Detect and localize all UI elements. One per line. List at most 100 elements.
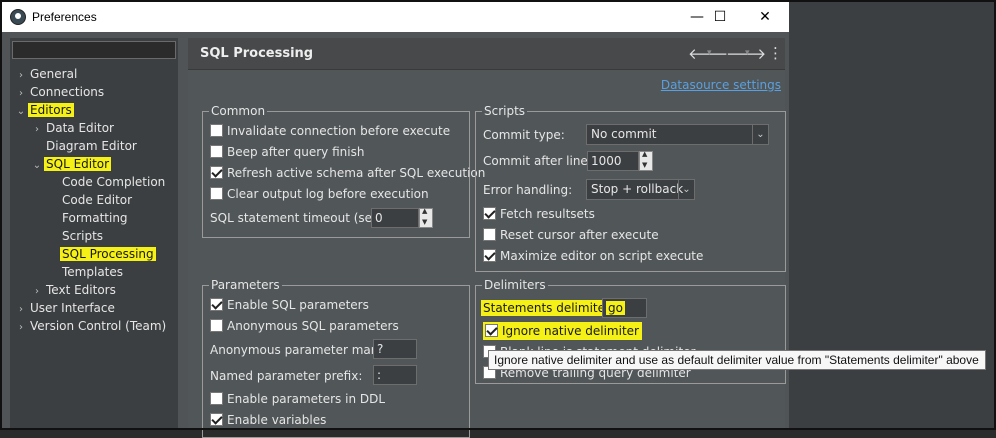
checkbox-label: Reset cursor after execute (500, 228, 659, 242)
checkbox-box[interactable] (483, 228, 496, 241)
view-menu-icon[interactable]: ⋮ (768, 44, 783, 62)
tree-item-templates[interactable]: Templates (46, 264, 125, 281)
checkbox-box[interactable] (210, 124, 223, 137)
named-prefix-label: Named parameter prefix: (210, 369, 363, 383)
checkbox-label: Enable variables (227, 413, 327, 427)
checkbox-box[interactable] (210, 319, 223, 332)
enable-ddl-params-checkbox[interactable]: Enable parameters in DDL (210, 390, 385, 408)
sql-processing-page: SQL Processing 🡐 ▾ 🡒 ▾ ⋮ Datasource sett… (188, 38, 786, 438)
refresh-schema-checkbox[interactable]: Refresh active schema after SQL executio… (210, 164, 485, 182)
tree-item-version-control-team[interactable]: › Version Control (Team) (14, 318, 168, 335)
chevron-right-icon[interactable]: › (14, 301, 28, 318)
chevron-right-icon[interactable]: › (14, 319, 28, 336)
fetch-resultsets-checkbox[interactable]: Fetch resultsets (483, 205, 595, 223)
chevron-down-icon[interactable]: ⌄ (14, 103, 28, 120)
tree-item-editors[interactable]: ⌄ Editors (14, 102, 74, 119)
chevron-right-icon[interactable]: › (14, 67, 28, 84)
tree-item-label: General (30, 67, 78, 81)
error-handling-value: Stop + rollback (591, 182, 684, 196)
error-handling-label: Error handling: (483, 183, 573, 197)
reset-cursor-checkbox[interactable]: Reset cursor after execute (483, 226, 659, 244)
checkbox-box[interactable] (210, 187, 223, 200)
window-title: Preferences (32, 10, 97, 24)
preferences-tree-pane: › General › Connections ⌄ Editors › Data Editor… (10, 38, 178, 430)
anon-mark-label: Anonymous parameter mark: (210, 343, 387, 357)
checkbox-label: Beep after query finish (227, 145, 365, 159)
datasource-settings-link[interactable]: Datasource settings (661, 78, 781, 92)
tree-item-code-editor[interactable]: Code Editor (46, 192, 134, 209)
tree-item-label: Connections (30, 85, 105, 99)
tree-item-general[interactable]: › General (14, 66, 79, 83)
common-legend: Common (211, 104, 266, 118)
checkbox-box[interactable] (483, 249, 496, 262)
page-header: SQL Processing 🡐 ▾ 🡒 ▾ ⋮ (188, 38, 785, 70)
checkbox-label: Invalidate connection before execute (227, 124, 451, 138)
commit-after-spinner[interactable] (639, 150, 653, 171)
enable-variables-checkbox[interactable]: Enable variables (210, 411, 326, 429)
commit-after-input[interactable]: 1000 (587, 151, 639, 171)
checkbox-box[interactable] (485, 324, 498, 337)
checkbox-label: Maximize editor on script execute (500, 249, 704, 263)
tree-item-label: Data Editor (46, 121, 114, 135)
chevron-right-icon[interactable]: › (30, 283, 44, 300)
anon-mark-input[interactable]: ? (373, 339, 417, 359)
chevron-right-icon[interactable]: › (14, 85, 28, 102)
tree-item-data-editor[interactable]: › Data Editor (30, 120, 116, 137)
anonymous-params-checkbox[interactable]: Anonymous SQL parameters (210, 317, 399, 335)
commit-type-select[interactable]: No commit ⌄ (586, 124, 769, 145)
tree-item-label: Scripts (62, 229, 104, 243)
tree-item-formatting[interactable]: Formatting (46, 210, 130, 227)
timeout-spinner[interactable] (419, 207, 433, 228)
statements-delimiter-input[interactable]: go (602, 298, 647, 318)
back-dropdown-icon[interactable]: ▾ (707, 48, 712, 58)
clear-log-checkbox[interactable]: Clear output log before execution (210, 185, 429, 203)
named-prefix-input[interactable]: : (373, 365, 417, 385)
tree-item-label: SQL Processing (60, 247, 156, 261)
statements-delimiter-label: Statements delimiter: (481, 299, 616, 317)
checkbox-box[interactable] (210, 145, 223, 158)
tree-item-user-interface[interactable]: › User Interface (14, 300, 117, 317)
statements-delimiter-text: Statements delimiter: (481, 300, 616, 316)
forward-dropdown-icon[interactable]: ▾ (745, 48, 750, 58)
enable-sql-params-checkbox[interactable]: Enable SQL parameters (210, 296, 369, 314)
beep-checkbox[interactable]: Beep after query finish (210, 143, 364, 161)
invalidate-checkbox[interactable]: Invalidate connection before execute (210, 122, 450, 140)
timeout-input[interactable]: 0 (371, 208, 419, 228)
tree-item-text-editors[interactable]: › Text Editors (30, 282, 118, 299)
tree-item-label: Templates (62, 265, 124, 279)
error-handling-select[interactable]: Stop + rollback ⌄ (586, 179, 695, 200)
ignore-native-tooltip: Ignore native delimiter and use as defau… (488, 350, 986, 370)
checkbox-label: Refresh active schema after SQL executio… (227, 166, 486, 180)
tree-item-sql-editor[interactable]: ⌄ SQL Editor (30, 156, 112, 174)
delimiters-legend: Delimiters (484, 278, 546, 292)
checkbox-box[interactable] (210, 298, 223, 311)
chevron-right-icon[interactable]: › (30, 121, 44, 138)
tree-item-code-completion[interactable]: Code Completion (46, 174, 167, 191)
maximize-editor-checkbox[interactable]: Maximize editor on script execute (483, 247, 703, 265)
checkbox-label: Ignore native delimiter (502, 324, 639, 338)
ignore-native-checkbox[interactable]: Ignore native delimiter (481, 322, 644, 340)
checkbox-label: Fetch resultsets (500, 207, 595, 221)
commit-after-label: Commit after line: (483, 154, 592, 168)
checkbox-box[interactable] (483, 207, 496, 220)
tree-item-label: Code Completion (62, 175, 166, 189)
chevron-down-icon[interactable]: ⌄ (30, 157, 44, 174)
tree-item-scripts[interactable]: Scripts (46, 228, 105, 245)
checkbox-label: Anonymous SQL parameters (227, 319, 399, 333)
page-title: SQL Processing (200, 46, 314, 61)
tree-item-label: User Interface (30, 301, 115, 315)
tree-item-label: Editors (28, 103, 74, 117)
maximize-button[interactable]: ☐ (705, 6, 735, 28)
tree-item-connections[interactable]: › Connections (14, 84, 106, 101)
checkbox-box[interactable] (210, 166, 223, 179)
checkbox-box[interactable] (210, 392, 223, 405)
title-bar: Preferences — ☐ ✕ (2, 2, 789, 32)
close-button[interactable]: ✕ (750, 6, 780, 28)
dbeaver-app-icon (10, 9, 26, 25)
tree-item-label: Diagram Editor (46, 139, 137, 153)
tree-item-label: Formatting (62, 211, 128, 225)
tree-item-sql-processing[interactable]: SQL Processing (46, 246, 156, 263)
filter-input[interactable] (12, 41, 176, 59)
checkbox-box[interactable] (210, 413, 223, 426)
tree-item-diagram-editor[interactable]: Diagram Editor (30, 138, 139, 155)
